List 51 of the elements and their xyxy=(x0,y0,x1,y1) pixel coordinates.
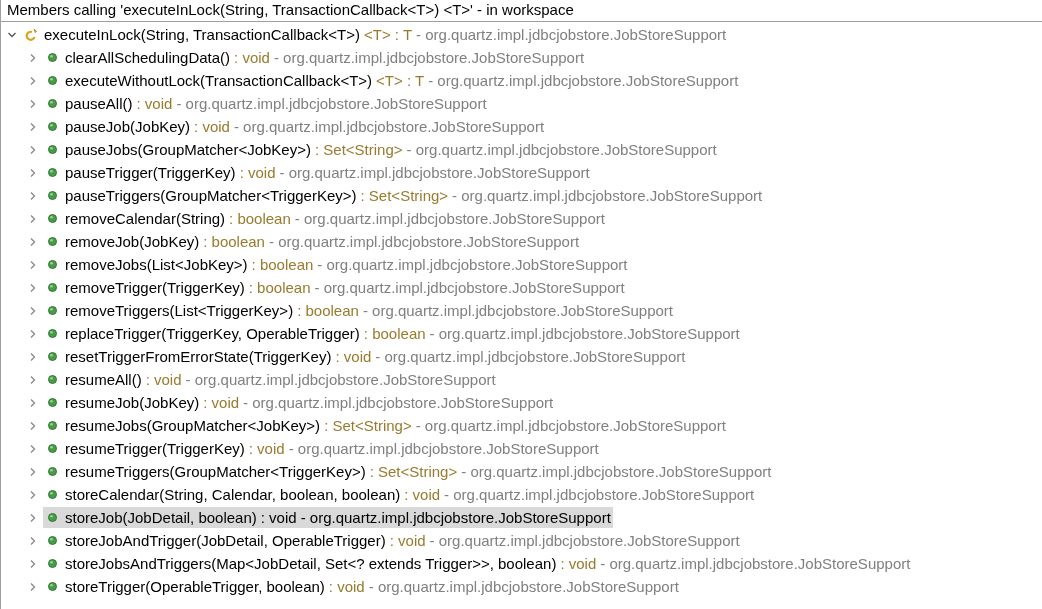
tree-item[interactable]: resumeAll() : void - org.quartz.impl.jdbcjobstore.JobStoreSupport xyxy=(43,369,498,390)
method-icon xyxy=(46,396,59,409)
tree-item[interactable]: pauseTriggers(GroupMatcher<TriggerKey>) : Set<String> - org.quartz.impl.jdbcjobstore.JobStoreSupport xyxy=(43,185,765,206)
method-icon xyxy=(46,212,59,225)
tree-item[interactable]: resumeJobs(GroupMatcher<JobKey>) : Set<String> - org.quartz.impl.jdbcjobstore.JobStoreSupport xyxy=(43,415,728,436)
tree-item[interactable]: storeCalendar(String, Calendar, boolean, boolean) : void - org.quartz.impl.jdbcjobstore.JobStoreSupport xyxy=(43,484,757,505)
tree-item[interactable]: replaceTrigger(TriggerKey, OperableTrigger) : boolean - org.quartz.impl.jdbcjobstore.JobStoreSupport xyxy=(43,323,742,344)
tree-item[interactable]: executeWithoutLock(TransactionCallback<T>) <T> : T - org.quartz.impl.jdbcjobstore.JobStoreSupport xyxy=(43,70,741,91)
method-icon xyxy=(46,419,59,432)
method-icon xyxy=(46,258,59,271)
tree-item[interactable]: removeJob(JobKey) : boolean - org.quartz.impl.jdbcjobstore.JobStoreSupport xyxy=(43,231,582,252)
method-icon xyxy=(46,534,59,547)
method-icon xyxy=(46,327,59,340)
tree-item[interactable]: pauseJob(JobKey) : void - org.quartz.impl.jdbcjobstore.JobStoreSupport xyxy=(43,116,547,137)
method-icon xyxy=(46,51,59,64)
tree-item[interactable]: executeInLock(String, TransactionCallback<T>) <T> : T - org.quartz.impl.jdbcjobstore.JobStoreSupport xyxy=(22,24,729,45)
method-icon xyxy=(46,465,59,478)
tree-item[interactable]: pauseTrigger(TriggerKey) : void - org.quartz.impl.jdbcjobstore.JobStoreSupport xyxy=(43,162,592,183)
method-icon xyxy=(46,557,59,570)
method-icon xyxy=(46,511,59,524)
method-icon xyxy=(46,580,59,593)
tree-item[interactable]: storeJobAndTrigger(JobDetail, OperableTrigger) : void - org.quartz.impl.jdbcjobstore.JobStoreSupport xyxy=(43,530,742,551)
method-icon xyxy=(46,442,59,455)
method-icon xyxy=(46,373,59,386)
tree-item[interactable]: resetTriggerFromErrorState(TriggerKey) : void - org.quartz.impl.jdbcjobstore.JobStoreSupport xyxy=(43,346,688,367)
tree-item[interactable]: pauseAll() : void - org.quartz.impl.jdbcjobstore.JobStoreSupport xyxy=(43,93,489,114)
tree-item[interactable]: removeTriggers(List<TriggerKey>) : boolean - org.quartz.impl.jdbcjobstore.JobStoreSupport xyxy=(43,300,676,321)
method-icon xyxy=(46,74,59,87)
tree-item[interactable]: resumeTrigger(TriggerKey) : void - org.quartz.impl.jdbcjobstore.JobStoreSupport xyxy=(43,438,601,459)
tree-item[interactable]: removeCalendar(String) : boolean - org.quartz.impl.jdbcjobstore.JobStoreSupport xyxy=(43,208,607,229)
method-icon xyxy=(46,166,59,179)
tree-item[interactable]: resumeTriggers(GroupMatcher<TriggerKey>) : Set<String> - org.quartz.impl.jdbcjobstore.JobStoreSupport xyxy=(43,461,774,482)
method-icon xyxy=(46,350,59,363)
tree-item[interactable]: removeJobs(List<JobKey>) : boolean - org.quartz.impl.jdbcjobstore.JobStoreSupport xyxy=(43,254,630,275)
method-icon xyxy=(46,143,59,156)
tree-item[interactable]: removeTrigger(TriggerKey) : boolean - org.quartz.impl.jdbcjobstore.JobStoreSupport xyxy=(43,277,627,298)
method-icon xyxy=(46,97,59,110)
tree-item[interactable]: resumeJob(JobKey) : void - org.quartz.impl.jdbcjobstore.JobStoreSupport xyxy=(43,392,556,413)
method-icon xyxy=(25,28,38,41)
view-title: Members calling 'executeInLock(String, TransactionCallback<T>) <T>' - in workspace xyxy=(1,0,1042,22)
method-icon xyxy=(46,189,59,202)
method-icon xyxy=(46,281,59,294)
tree-item[interactable]: storeTrigger(OperableTrigger, boolean) : void - org.quartz.impl.jdbcjobstore.JobStoreSupport xyxy=(43,576,681,597)
method-icon xyxy=(46,235,59,248)
method-icon xyxy=(46,304,59,317)
method-icon xyxy=(46,488,59,501)
method-icon xyxy=(46,120,59,133)
tree-item[interactable]: storeJob(JobDetail, boolean) : void - org.quartz.impl.jdbcjobstore.JobStoreSupport xyxy=(43,507,613,528)
tree-item[interactable]: pauseJobs(GroupMatcher<JobKey>) : Set<String> - org.quartz.impl.jdbcjobstore.JobStoreSupport xyxy=(43,139,719,160)
tree-item[interactable]: clearAllSchedulingData() : void - org.quartz.impl.jdbcjobstore.JobStoreSupport xyxy=(43,47,587,68)
tree-item[interactable]: storeJobsAndTriggers(Map<JobDetail, Set<? extends Trigger>>, boolean) : void - org.quartz.impl.jdbcjobstore.JobStoreSupport xyxy=(43,553,913,574)
